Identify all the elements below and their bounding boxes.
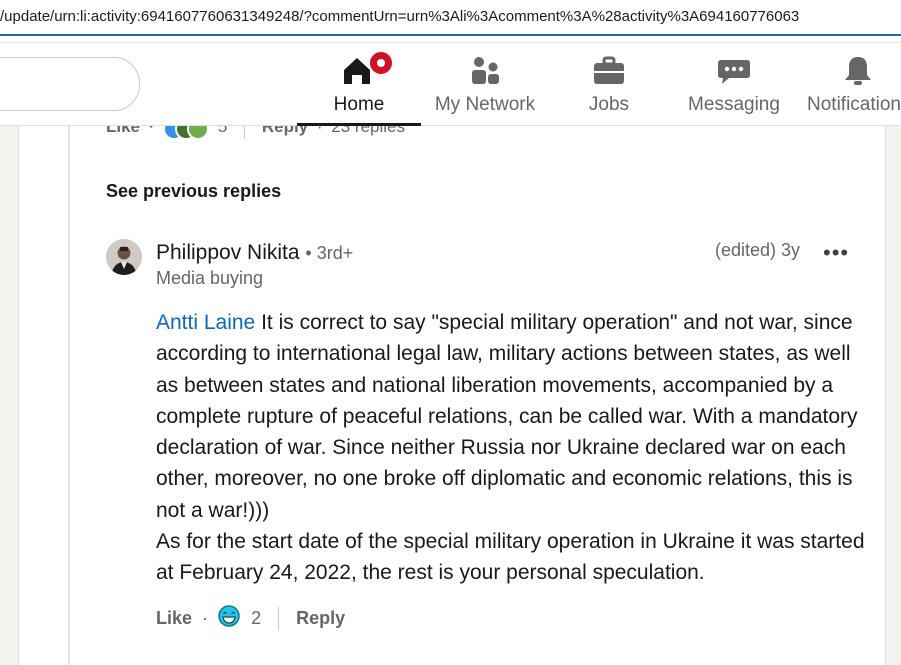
home-icon xyxy=(340,50,394,94)
funny-reaction-icon[interactable] xyxy=(218,605,240,632)
url-text[interactable]: /update/urn:li:activity:6941607760631349… xyxy=(0,8,799,25)
nav-my-network[interactable]: My Network xyxy=(422,42,548,125)
thread-line xyxy=(68,125,70,665)
browser-toolbar-gap xyxy=(0,36,901,43)
comment-timestamp: (edited) 3y xyxy=(715,240,801,260)
author-name[interactable]: Philippov Nikita xyxy=(156,241,300,264)
like-button[interactable]: Like xyxy=(156,608,192,629)
reply-button[interactable]: Reply xyxy=(296,608,345,629)
connection-degree: • 3rd+ xyxy=(305,243,354,263)
messaging-icon xyxy=(716,54,752,94)
avatar[interactable] xyxy=(106,239,142,275)
search-input[interactable] xyxy=(0,57,140,111)
comment-text: It is correct to say "special military o… xyxy=(156,311,858,522)
separator xyxy=(278,606,280,631)
author: Philippov Nikita • 3rd+ xyxy=(156,241,353,265)
nav-messaging-label: Messaging xyxy=(688,94,780,115)
reaction-count[interactable]: 2 xyxy=(251,608,261,629)
briefcase-icon xyxy=(592,54,626,94)
nav-messaging[interactable]: Messaging xyxy=(680,42,788,125)
nav-my-network-label: My Network xyxy=(434,94,536,115)
nav-notifications[interactable]: Notifications xyxy=(806,42,901,125)
nav-home-label: Home xyxy=(333,94,385,115)
more-options-button[interactable]: ••• xyxy=(823,240,849,266)
dot-separator: · xyxy=(202,608,209,628)
comment-actions: Like · 2 Reply xyxy=(156,605,345,631)
nav-jobs-label: Jobs xyxy=(588,94,630,115)
bell-icon xyxy=(841,54,875,94)
top-navigation: Home My Network Jobs Messaging Notificat… xyxy=(0,42,901,126)
nav-home[interactable]: Home xyxy=(297,42,421,126)
author-headline: Media buying xyxy=(156,268,264,288)
network-icon xyxy=(468,54,502,94)
ellipsis-icon: ••• xyxy=(823,240,850,265)
mention-link[interactable]: Antti Laine xyxy=(156,311,255,334)
nav-jobs[interactable]: Jobs xyxy=(560,42,658,125)
nav-notifications-label: Notifications xyxy=(807,94,901,115)
notification-badge xyxy=(368,50,394,76)
browser-url-bar[interactable]: /update/urn:li:activity:6941607760631349… xyxy=(0,0,901,36)
active-tab-indicator xyxy=(297,123,421,126)
see-previous-replies-button[interactable]: See previous replies xyxy=(106,181,281,202)
comment-text-paragraph-2: As for the start date of the special mil… xyxy=(156,530,865,585)
comment-body: Antti Laine It is correct to say "specia… xyxy=(156,307,868,589)
